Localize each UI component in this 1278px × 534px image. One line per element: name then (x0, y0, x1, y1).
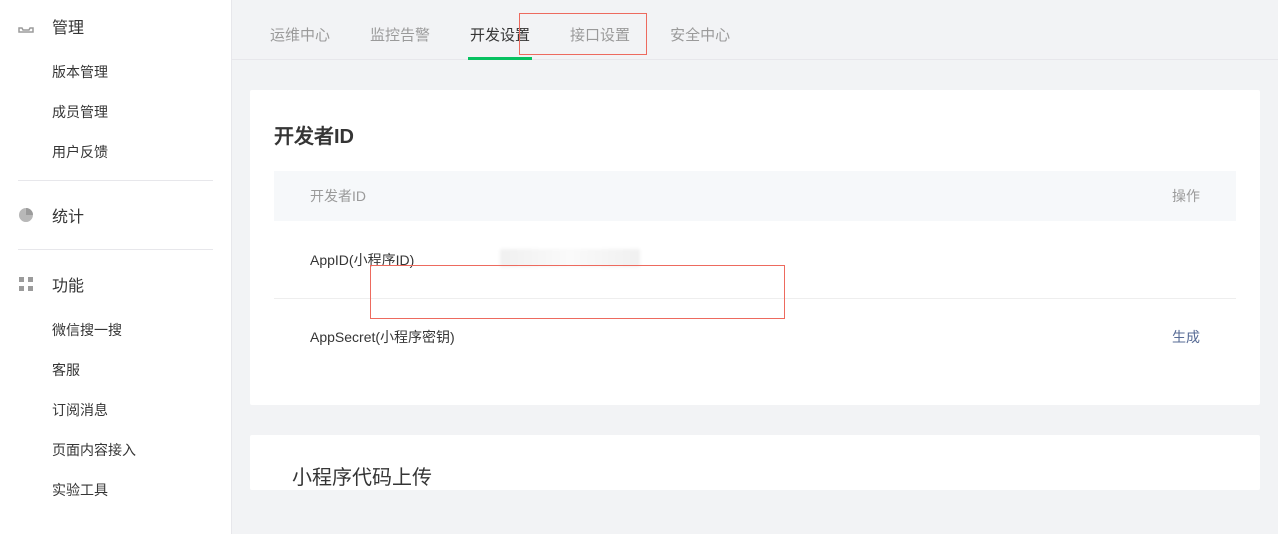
table-row-appsecret: AppSecret(小程序密钥) 生成 (274, 299, 1236, 375)
inbox-icon (18, 18, 34, 34)
table-row-appid: AppID(小程序ID) (274, 221, 1236, 299)
sidebar-item-lab-tools[interactable]: 实验工具 (0, 470, 231, 510)
table-header: 开发者ID 操作 (274, 171, 1236, 221)
sidebar-item-members[interactable]: 成员管理 (0, 92, 231, 132)
sidebar-item-page-content[interactable]: 页面内容接入 (0, 430, 231, 470)
sidebar-section-label: 功能 (52, 272, 84, 296)
dev-id-table: 开发者ID 操作 AppID(小程序ID) AppSecret(小程序密钥) 生… (274, 171, 1236, 375)
th-value (500, 186, 1140, 206)
tabs: 运维中心 监控告警 开发设置 接口设置 安全中心 (232, 8, 1278, 60)
sidebar-section-stats[interactable]: 统计 (0, 189, 231, 241)
appid-label: AppID(小程序ID) (310, 250, 500, 270)
sidebar-item-service[interactable]: 客服 (0, 350, 231, 390)
th-label: 开发者ID (310, 186, 500, 206)
tab-monitor-alert[interactable]: 监控告警 (350, 8, 450, 59)
sidebar-section-features[interactable]: 功能 (0, 258, 231, 310)
sidebar-section-label: 管理 (52, 14, 84, 38)
sidebar-section-manage[interactable]: 管理 (0, 0, 231, 52)
card-title: 开发者ID (274, 120, 1236, 149)
sidebar-section-label: 统计 (52, 203, 84, 227)
main-content: 运维中心 监控告警 开发设置 接口设置 安全中心 开发者ID 开发者ID 操作 … (232, 0, 1278, 534)
appsecret-label: AppSecret(小程序密钥) (310, 327, 500, 347)
tab-api-settings[interactable]: 接口设置 (550, 8, 650, 59)
tab-security-center[interactable]: 安全中心 (650, 8, 750, 59)
code-upload-card: 小程序代码上传 (250, 435, 1260, 490)
sidebar-item-subscribe[interactable]: 订阅消息 (0, 390, 231, 430)
sidebar: 管理 版本管理 成员管理 用户反馈 统计 功能 (0, 0, 232, 534)
piechart-icon (18, 207, 34, 223)
tab-dev-settings[interactable]: 开发设置 (450, 8, 550, 59)
appid-value (500, 249, 1140, 270)
sidebar-item-version[interactable]: 版本管理 (0, 52, 231, 92)
sidebar-item-feedback[interactable]: 用户反馈 (0, 132, 231, 172)
generate-link[interactable]: 生成 (1172, 329, 1200, 345)
appsecret-action: 生成 (1140, 327, 1200, 347)
divider (18, 180, 213, 181)
sidebar-item-wesearch[interactable]: 微信搜一搜 (0, 310, 231, 350)
redacted-value (500, 249, 640, 267)
card-title: 小程序代码上传 (250, 435, 1260, 490)
developer-id-card: 开发者ID 开发者ID 操作 AppID(小程序ID) AppSecret(小程… (250, 90, 1260, 405)
divider (18, 249, 213, 250)
th-action: 操作 (1140, 186, 1200, 206)
grid-icon (18, 276, 34, 292)
tab-ops-center[interactable]: 运维中心 (250, 8, 350, 59)
